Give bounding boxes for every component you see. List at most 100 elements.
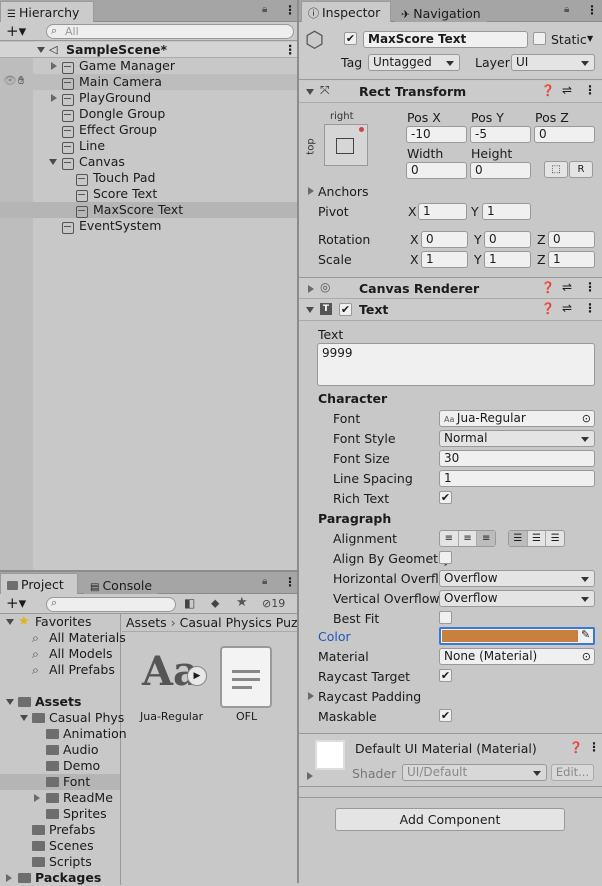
- maskable-checkbox[interactable]: ✔: [439, 709, 452, 722]
- expand-icon[interactable]: [20, 715, 28, 721]
- anchor-presets-button[interactable]: [324, 124, 368, 166]
- scene-menu-icon[interactable]: ⋮: [284, 42, 297, 58]
- chevron-down-icon[interactable]: ▼: [587, 34, 593, 43]
- hidden-packages-icon[interactable]: ⊘19: [262, 597, 285, 610]
- raw-edit-button[interactable]: R: [569, 161, 593, 178]
- hierarchy-item[interactable]: Main Camera: [0, 74, 297, 90]
- line-spacing-field[interactable]: 1: [439, 470, 595, 487]
- asset-jua-regular[interactable]: Aa ▶ Jua-Regular: [134, 646, 214, 726]
- align-left-icon[interactable]: ≡: [440, 531, 458, 546]
- horizontal-overflow-dropdown[interactable]: Overflow: [439, 570, 595, 587]
- hierarchy-item[interactable]: Score Text: [0, 186, 297, 202]
- text-value-area[interactable]: 9999: [317, 343, 595, 386]
- object-picker-icon[interactable]: ⊙: [582, 649, 591, 664]
- text-enabled-checkbox[interactable]: ✔: [339, 303, 352, 316]
- more-menu-icon[interactable]: ⋮: [588, 740, 600, 754]
- align-right-icon[interactable]: ≡: [476, 531, 496, 546]
- tag-dropdown[interactable]: Untagged: [368, 54, 460, 71]
- more-menu-icon[interactable]: ⋮: [284, 575, 296, 589]
- expand-icon[interactable]: [6, 699, 14, 705]
- edit-shader-button[interactable]: Edit...: [551, 764, 594, 781]
- blueprint-mode-button[interactable]: ⬚: [544, 161, 568, 178]
- posx-field[interactable]: -10: [406, 126, 467, 143]
- anchors-expand-icon[interactable]: [308, 187, 314, 195]
- hierarchy-tab[interactable]: ☰ Hierarchy: [0, 1, 94, 22]
- raycast-target-checkbox[interactable]: ✔: [439, 669, 452, 682]
- layer-dropdown[interactable]: UI: [511, 54, 595, 71]
- favorite-star-icon[interactable]: ★: [236, 595, 248, 610]
- help-icon[interactable]: ❓: [541, 302, 555, 315]
- project-tree-item[interactable]: ReadMe: [0, 790, 120, 806]
- posz-field[interactable]: 0: [534, 126, 595, 143]
- posy-field[interactable]: -5: [470, 126, 531, 143]
- project-tree-item[interactable]: Assets: [0, 694, 120, 710]
- project-tree-item[interactable]: Font: [0, 774, 120, 790]
- expand-icon[interactable]: [49, 159, 57, 165]
- add-icon[interactable]: +▾: [6, 22, 26, 40]
- project-tree-item[interactable]: Casual Phys: [0, 710, 124, 726]
- label-filter-icon[interactable]: ⬥: [211, 596, 219, 611]
- hierarchy-item[interactable]: MaxScore Text: [0, 202, 297, 218]
- project-search-input[interactable]: ⌕: [46, 596, 176, 612]
- project-tree-item[interactable]: Packages: [0, 870, 120, 886]
- project-tree-item[interactable]: Animation: [0, 726, 127, 742]
- scene-row[interactable]: ◁ SampleScene* ⋮: [0, 42, 297, 58]
- align-middle-icon[interactable]: ☰: [526, 531, 546, 546]
- project-tree-item[interactable]: Prefabs: [0, 822, 120, 838]
- lock-icon[interactable]: 🔒︎: [564, 4, 569, 15]
- more-menu-icon[interactable]: ⋮: [284, 3, 296, 17]
- breadcrumb-item[interactable]: Casual Physics Puzz: [180, 615, 297, 630]
- canvas-renderer-header[interactable]: ◎ Canvas Renderer ❓ ⇌ ⋮: [299, 277, 602, 299]
- project-tree-item[interactable]: Scripts: [0, 854, 120, 870]
- breadcrumb-item[interactable]: Assets: [126, 615, 167, 630]
- collapse-icon[interactable]: [51, 94, 57, 102]
- hierarchy-item[interactable]: Effect Group: [0, 122, 297, 138]
- pivot-x-field[interactable]: 1: [418, 203, 467, 220]
- preset-icon[interactable]: ⇌: [562, 301, 572, 315]
- hierarchy-item[interactable]: Touch Pad: [0, 170, 297, 186]
- font-size-field[interactable]: 30: [439, 450, 595, 467]
- scale-z-field[interactable]: 1: [548, 251, 595, 268]
- shader-dropdown[interactable]: UI/Default: [402, 764, 547, 781]
- help-icon[interactable]: ❓: [541, 84, 555, 97]
- align-top-icon[interactable]: ☰: [509, 531, 527, 546]
- rotation-y-field[interactable]: 0: [484, 231, 531, 248]
- project-tab[interactable]: Project: [0, 573, 78, 594]
- project-tree-item[interactable]: ⌕ All Prefabs: [0, 662, 120, 678]
- project-tree-item[interactable]: ⌕ All Materials: [0, 630, 126, 646]
- preset-icon[interactable]: ⇌: [562, 280, 572, 294]
- rect-transform-header[interactable]: ⤧ Rect Transform ❓ ⇌ ⋮: [299, 81, 602, 103]
- add-component-button[interactable]: Add Component: [335, 808, 565, 831]
- raycast-padding-expand-icon[interactable]: [308, 692, 314, 700]
- navigation-tab[interactable]: ✈ Navigation: [395, 3, 487, 24]
- best-fit-checkbox[interactable]: [439, 611, 452, 624]
- static-checkbox[interactable]: [533, 32, 546, 45]
- rich-text-checkbox[interactable]: ✔: [439, 491, 452, 504]
- text-component-header[interactable]: T ✔ Text ❓ ⇌ ⋮: [299, 299, 602, 321]
- align-center-icon[interactable]: ≡: [457, 531, 477, 546]
- collapse-icon[interactable]: [6, 874, 12, 882]
- hierarchy-item[interactable]: Line: [0, 138, 297, 154]
- hierarchy-item[interactable]: PlayGround: [0, 90, 297, 106]
- project-tree-item[interactable]: Demo: [0, 758, 120, 774]
- help-icon[interactable]: ❓: [541, 281, 555, 294]
- width-field[interactable]: 0: [406, 162, 467, 179]
- font-style-dropdown[interactable]: Normal: [439, 430, 595, 447]
- lock-icon[interactable]: 🔒︎: [262, 4, 267, 15]
- rotation-x-field[interactable]: 0: [421, 231, 468, 248]
- expand-icon[interactable]: [307, 772, 313, 780]
- help-icon[interactable]: ❓: [569, 741, 583, 754]
- align-bottom-icon[interactable]: ☰: [545, 531, 564, 546]
- material-field[interactable]: None (Material) ⊙: [439, 648, 595, 665]
- height-field[interactable]: 0: [470, 162, 531, 179]
- align-geometry-checkbox[interactable]: [439, 551, 452, 564]
- asset-ofl[interactable]: OFL: [220, 646, 280, 726]
- lock-icon[interactable]: 🔒︎: [262, 576, 267, 587]
- more-menu-icon[interactable]: ⋮: [584, 280, 596, 294]
- project-tree-item[interactable]: ★ Favorites: [0, 614, 120, 630]
- collapse-icon[interactable]: [51, 62, 57, 70]
- rotation-z-field[interactable]: 0: [548, 231, 595, 248]
- inspector-tab[interactable]: ⓘ Inspector: [301, 1, 391, 22]
- active-checkbox[interactable]: ✔: [344, 32, 357, 45]
- add-icon[interactable]: +▾: [6, 594, 26, 612]
